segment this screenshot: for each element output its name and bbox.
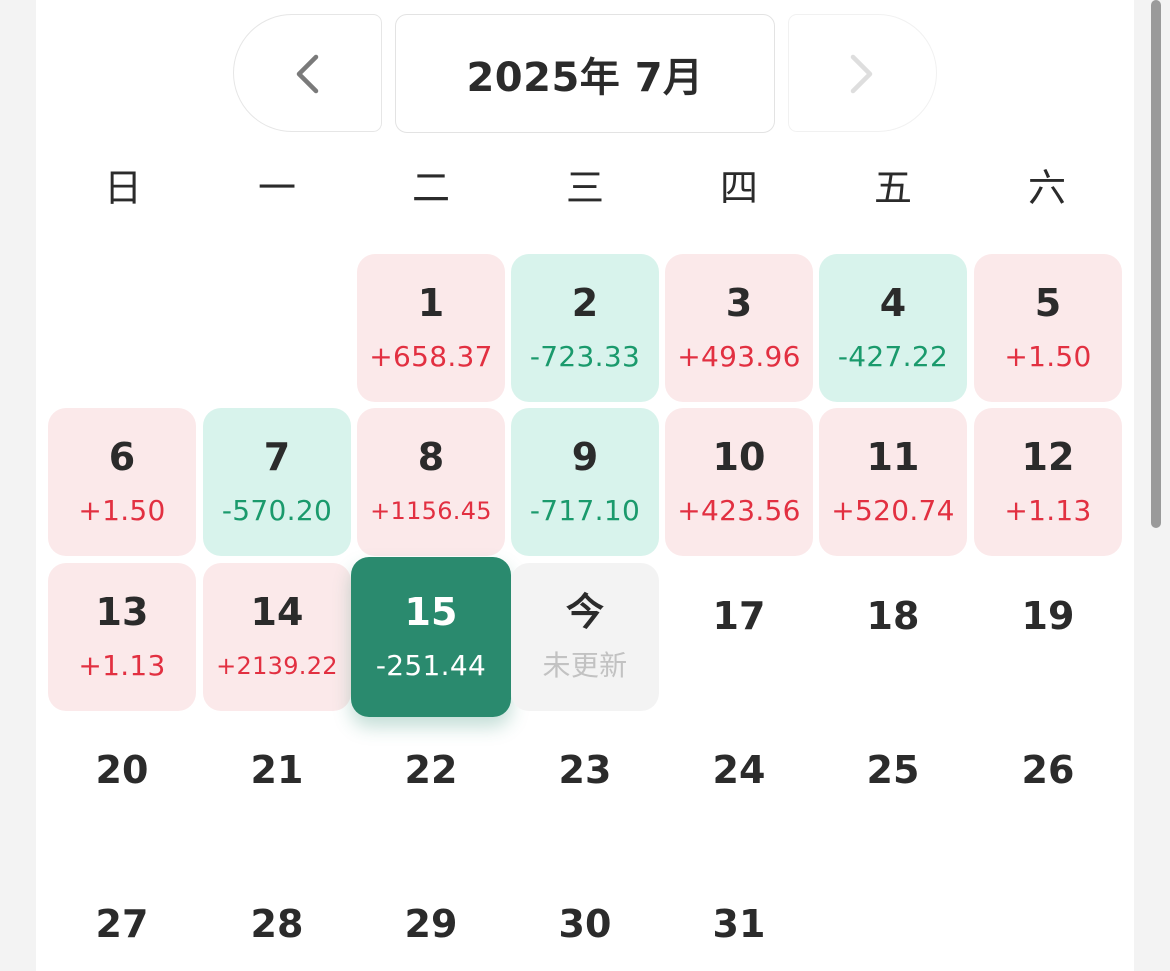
day-number: 11 xyxy=(866,435,920,479)
day-cell-11[interactable]: 11 +520.74 xyxy=(819,408,967,556)
day-number: 2 xyxy=(571,281,599,325)
day-number: 15 xyxy=(404,590,458,634)
day-cell-8[interactable]: 8 +1156.45 xyxy=(357,408,505,556)
day-cell-10[interactable]: 10 +423.56 xyxy=(665,408,813,556)
day-cell-21[interactable]: 21 xyxy=(203,717,351,865)
day-cell-28[interactable]: 28 xyxy=(203,871,351,971)
weekday-sat: 六 xyxy=(1027,166,1066,210)
day-cell-2[interactable]: 2 -723.33 xyxy=(511,254,659,402)
month-label: 2025年 7月 xyxy=(466,54,704,101)
day-cell-20[interactable]: 20 xyxy=(48,717,196,865)
day-number: 28 xyxy=(250,902,304,946)
day-number: 31 xyxy=(712,902,766,946)
day-number: 18 xyxy=(866,594,920,638)
not-updated-label: 未更新 xyxy=(542,649,628,682)
day-cell-1[interactable]: 1 +658.37 xyxy=(357,254,505,402)
day-number: 3 xyxy=(725,281,753,325)
day-cell-6[interactable]: 6 +1.50 xyxy=(48,408,196,556)
day-cell-30[interactable]: 30 xyxy=(511,871,659,971)
day-pnl: +2139.22 xyxy=(216,652,338,680)
day-number: 27 xyxy=(95,902,149,946)
day-pnl: +1.13 xyxy=(78,649,166,682)
day-number: 10 xyxy=(712,435,766,479)
day-pnl: +1.50 xyxy=(1004,340,1092,373)
chevron-left-icon xyxy=(296,54,319,94)
day-cell-today[interactable]: 今 未更新 xyxy=(511,563,659,711)
today-marker: 今 xyxy=(565,590,604,634)
weekday-tue: 二 xyxy=(411,166,450,210)
next-month-button[interactable] xyxy=(788,14,937,132)
day-cell-3[interactable]: 3 +493.96 xyxy=(665,254,813,402)
month-selector[interactable]: 2025年 7月 xyxy=(395,14,775,133)
day-cell-25[interactable]: 25 xyxy=(819,717,967,865)
day-pnl: +493.96 xyxy=(677,340,801,373)
day-pnl: +423.56 xyxy=(677,494,801,527)
day-number: 12 xyxy=(1021,435,1075,479)
day-cell-22[interactable]: 22 xyxy=(357,717,505,865)
day-pnl: +1.13 xyxy=(1004,494,1092,527)
day-number: 26 xyxy=(1021,748,1075,792)
day-cell-7[interactable]: 7 -570.20 xyxy=(203,408,351,556)
day-cell-18[interactable]: 18 xyxy=(819,563,967,711)
day-cell-24[interactable]: 24 xyxy=(665,717,813,865)
prev-month-button[interactable] xyxy=(233,14,382,132)
day-cell-13[interactable]: 13 +1.13 xyxy=(48,563,196,711)
day-number: 9 xyxy=(571,435,599,479)
day-pnl: -251.44 xyxy=(375,649,487,682)
day-cell-14[interactable]: 14 +2139.22 xyxy=(203,563,351,711)
day-pnl: -717.10 xyxy=(529,494,641,527)
day-number: 30 xyxy=(558,902,612,946)
day-cell-26[interactable]: 26 xyxy=(974,717,1122,865)
day-number: 8 xyxy=(417,435,445,479)
day-number: 13 xyxy=(95,590,149,634)
day-number: 19 xyxy=(1021,594,1075,638)
day-pnl: -570.20 xyxy=(221,494,333,527)
day-pnl: +1.50 xyxy=(78,494,166,527)
day-number: 7 xyxy=(263,435,291,479)
scrollbar[interactable] xyxy=(1151,0,1161,528)
day-number: 6 xyxy=(108,435,136,479)
day-cell-5[interactable]: 5 +1.50 xyxy=(974,254,1122,402)
day-number: 1 xyxy=(417,281,445,325)
day-pnl: +1156.45 xyxy=(370,497,492,525)
day-pnl: +520.74 xyxy=(831,494,955,527)
day-pnl: -723.33 xyxy=(529,340,641,373)
day-number: 14 xyxy=(250,590,304,634)
weekday-sun: 日 xyxy=(103,166,142,210)
day-cell-9[interactable]: 9 -717.10 xyxy=(511,408,659,556)
day-cell-15-selected[interactable]: 15 -251.44 xyxy=(351,557,511,717)
day-number: 17 xyxy=(712,594,766,638)
day-cell-27[interactable]: 27 xyxy=(48,871,196,971)
day-cell-29[interactable]: 29 xyxy=(357,871,505,971)
day-cell-31[interactable]: 31 xyxy=(665,871,813,971)
day-cell-23[interactable]: 23 xyxy=(511,717,659,865)
day-number: 4 xyxy=(879,281,907,325)
day-cell-4[interactable]: 4 -427.22 xyxy=(819,254,967,402)
day-number: 25 xyxy=(866,748,920,792)
day-number: 21 xyxy=(250,748,304,792)
day-cell-19[interactable]: 19 xyxy=(974,563,1122,711)
weekday-mon: 一 xyxy=(257,166,296,210)
day-cell-12[interactable]: 12 +1.13 xyxy=(974,408,1122,556)
day-cell-17[interactable]: 17 xyxy=(665,563,813,711)
day-number: 24 xyxy=(712,748,766,792)
day-number: 23 xyxy=(558,748,612,792)
day-number: 5 xyxy=(1034,281,1062,325)
day-pnl: +658.37 xyxy=(369,340,493,373)
day-number: 22 xyxy=(404,748,458,792)
day-number: 20 xyxy=(95,748,149,792)
day-pnl: -427.22 xyxy=(837,340,949,373)
weekday-wed: 三 xyxy=(565,166,604,210)
day-number: 29 xyxy=(404,902,458,946)
weekday-thu: 四 xyxy=(719,166,758,210)
chevron-right-icon xyxy=(850,54,873,94)
weekday-fri: 五 xyxy=(873,166,912,210)
